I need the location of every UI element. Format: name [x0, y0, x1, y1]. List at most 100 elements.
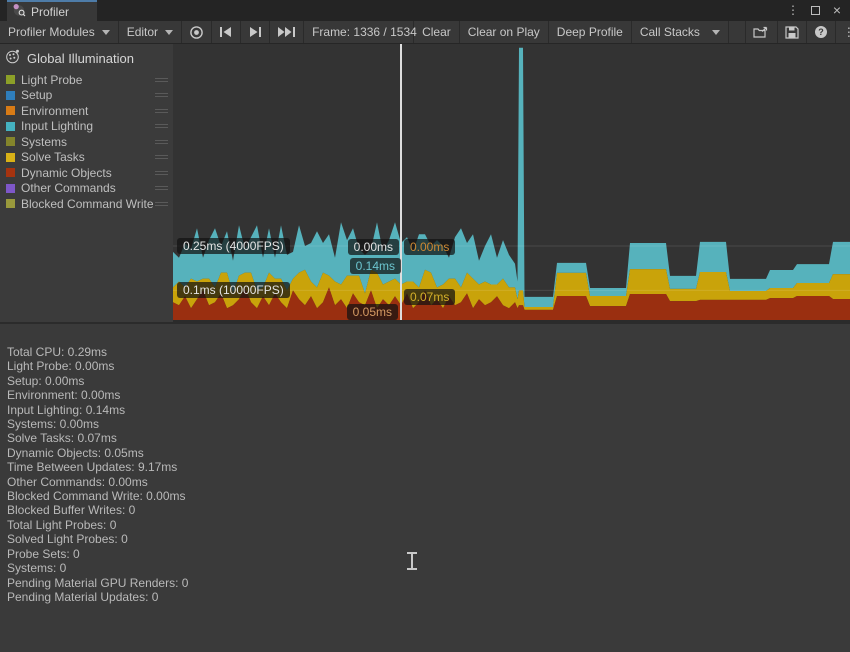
clear-on-play-toggle[interactable]: Clear on Play: [460, 21, 549, 43]
legend-item[interactable]: Blocked Command Write: [0, 196, 173, 212]
stat-line: Pending Material GPU Renders: 0: [7, 576, 850, 590]
chevron-down-icon: [165, 30, 173, 35]
stat-line: Input Lighting: 0.14ms: [7, 403, 850, 417]
load-profile-button[interactable]: [745, 21, 778, 43]
chevron-down-icon: [712, 30, 720, 35]
series-color-chip: [6, 168, 15, 177]
module-title: Global Illumination: [27, 51, 134, 66]
stat-line: Dynamic Objects: 0.05ms: [7, 446, 850, 460]
legend-item[interactable]: Environment: [0, 103, 173, 119]
help-icon: ?: [814, 25, 828, 39]
series-color-chip: [6, 122, 15, 131]
tab-profiler[interactable]: Profiler: [7, 0, 97, 21]
global-illumination-icon: [5, 49, 20, 67]
series-label: Systems: [21, 135, 155, 149]
editor-label: Editor: [127, 25, 158, 39]
call-stacks-dropdown[interactable]: Call Stacks: [632, 21, 729, 43]
legend-item[interactable]: Systems: [0, 134, 173, 150]
series-color-chip: [6, 153, 15, 162]
window-controls: ⋮ ×: [785, 1, 845, 19]
drag-handle-icon[interactable]: [155, 153, 168, 161]
frame-value-label: 0.00ms: [348, 239, 399, 255]
clear-button[interactable]: Clear: [414, 21, 460, 43]
kebab-menu-icon: ⋮: [843, 25, 850, 39]
clear-on-play-label: Clear on Play: [468, 25, 540, 39]
chevron-down-icon: [102, 30, 110, 35]
series-label: Environment: [21, 104, 155, 118]
maximize-icon[interactable]: [807, 2, 823, 18]
load-profile-icon: [753, 26, 770, 39]
legend-item[interactable]: Setup: [0, 88, 173, 104]
drag-handle-icon[interactable]: [155, 138, 168, 146]
area-input-lighting: [173, 48, 850, 307]
legend-item[interactable]: Input Lighting: [0, 119, 173, 135]
series-color-chip: [6, 184, 15, 193]
help-button[interactable]: ?: [807, 21, 836, 43]
profiler-modules-dropdown[interactable]: Profiler Modules: [0, 21, 119, 43]
toolbar-spacer: [729, 21, 745, 43]
legend-item[interactable]: Dynamic Objects: [0, 165, 173, 181]
profiler-window: Profiler ⋮ × Profiler Modules Editor: [0, 0, 850, 652]
call-stacks-label: Call Stacks: [640, 25, 700, 39]
drag-handle-icon[interactable]: [155, 107, 168, 115]
gridline-label: 0.25ms (4000FPS): [177, 238, 290, 254]
profiler-modules-label: Profiler Modules: [8, 25, 95, 39]
stat-line: Total Light Probes: 0: [7, 518, 850, 532]
record-icon: [189, 25, 204, 40]
frame-details-panel[interactable]: Total CPU: 0.29msLight Probe: 0.00msSetu…: [0, 322, 850, 652]
drag-handle-icon[interactable]: [155, 76, 168, 84]
drag-handle-icon[interactable]: [155, 169, 168, 177]
drag-handle-icon[interactable]: [155, 200, 168, 208]
series-label: Other Commands: [21, 181, 155, 195]
record-button[interactable]: [182, 21, 212, 43]
stat-line: Probe Sets: 0: [7, 547, 850, 561]
legend-item[interactable]: Other Commands: [0, 181, 173, 197]
stat-line: Solved Light Probes: 0: [7, 532, 850, 546]
legend-item[interactable]: Light Probe: [0, 72, 173, 88]
stat-line: Light Probe: 0.00ms: [7, 359, 850, 373]
prev-frame-icon: [219, 26, 233, 38]
series-label: Blocked Command Write: [21, 197, 155, 211]
legend-item[interactable]: Solve Tasks: [0, 150, 173, 166]
stat-line: Solve Tasks: 0.07ms: [7, 431, 850, 445]
stat-line: Setup: 0.00ms: [7, 374, 850, 388]
drag-handle-icon[interactable]: [155, 91, 168, 99]
stat-line: Environment: 0.00ms: [7, 388, 850, 402]
profiler-chart-svg[interactable]: [173, 44, 850, 322]
frame-value-label: 0.14ms: [350, 258, 401, 274]
context-menu-button[interactable]: ⋮: [836, 21, 850, 43]
deep-profile-label: Deep Profile: [557, 25, 623, 39]
deep-profile-toggle[interactable]: Deep Profile: [549, 21, 632, 43]
series-label: Setup: [21, 88, 155, 102]
chart-row: Global Illumination Light Probe Setup En…: [0, 44, 850, 322]
stat-line: Other Commands: 0.00ms: [7, 475, 850, 489]
series-color-chip: [6, 106, 15, 115]
titlebar: Profiler ⋮ ×: [0, 0, 850, 21]
last-frame-button[interactable]: [270, 21, 304, 43]
drag-handle-icon[interactable]: [155, 184, 168, 192]
prev-frame-button[interactable]: [212, 21, 241, 43]
gridline-label: 0.1ms (10000FPS): [177, 282, 290, 298]
clear-label: Clear: [422, 25, 451, 39]
profiler-toolbar: Profiler Modules Editor: [0, 21, 850, 44]
module-header: Global Illumination: [0, 44, 173, 71]
frame-value-label: 0.00ms: [404, 239, 455, 255]
close-icon[interactable]: ×: [829, 2, 845, 18]
profiler-chart[interactable]: 0.25ms (4000FPS)0.1ms (10000FPS)0.00ms0.…: [173, 44, 850, 322]
frame-counter: Frame: 1336 / 1534: [304, 21, 414, 43]
stat-line: Systems: 0.00ms: [7, 417, 850, 431]
module-sidebar: Global Illumination Light Probe Setup En…: [0, 44, 173, 322]
frame-value-label: 0.05ms: [347, 304, 398, 320]
stat-line: Time Between Updates: 9.17ms: [7, 460, 850, 474]
next-frame-icon: [248, 26, 262, 38]
series-color-chip: [6, 199, 15, 208]
editor-dropdown[interactable]: Editor: [119, 21, 182, 43]
save-profile-button[interactable]: [778, 21, 807, 43]
next-frame-button[interactable]: [241, 21, 270, 43]
series-color-chip: [6, 137, 15, 146]
series-label: Solve Tasks: [21, 150, 155, 164]
drag-handle-icon[interactable]: [155, 122, 168, 130]
window-menu-icon[interactable]: ⋮: [785, 2, 801, 18]
series-label: Dynamic Objects: [21, 166, 155, 180]
svg-text:?: ?: [818, 27, 824, 37]
